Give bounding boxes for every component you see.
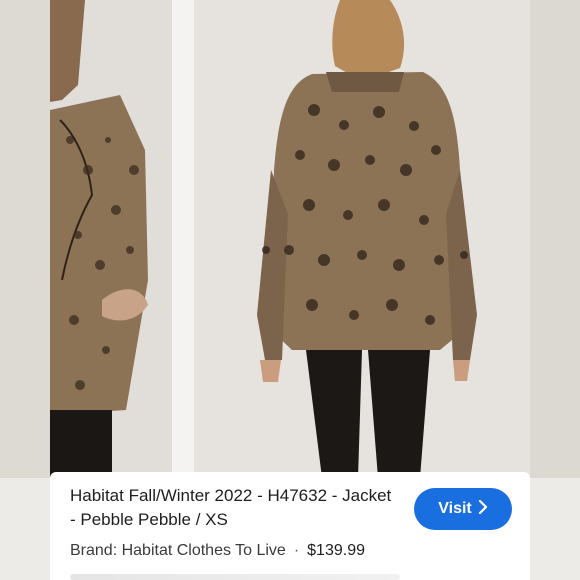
brand-label: Brand: Habitat Clothes To Live xyxy=(70,542,286,559)
visit-label: Visit xyxy=(438,500,472,517)
product-price: $139.99 xyxy=(307,542,365,559)
right-edge-strip xyxy=(530,0,580,478)
product-info-card: Habitat Fall/Winter 2022 - H47632 - Jack… xyxy=(50,472,530,580)
separator: · xyxy=(293,542,300,559)
product-photo-back[interactable] xyxy=(194,0,530,478)
truncated-description xyxy=(70,574,400,580)
image-divider xyxy=(172,0,194,478)
chevron-right-icon xyxy=(478,499,488,519)
product-photo-side[interactable] xyxy=(50,0,172,478)
visit-button[interactable]: Visit xyxy=(414,488,512,530)
brand-and-price: Brand: Habitat Clothes To Live · $139.99 xyxy=(70,542,365,560)
left-edge-strip xyxy=(0,0,50,478)
product-image-viewer: Habitat Fall/Winter 2022 - H47632 - Jack… xyxy=(0,0,580,580)
product-title: Habitat Fall/Winter 2022 - H47632 - Jack… xyxy=(70,486,392,529)
